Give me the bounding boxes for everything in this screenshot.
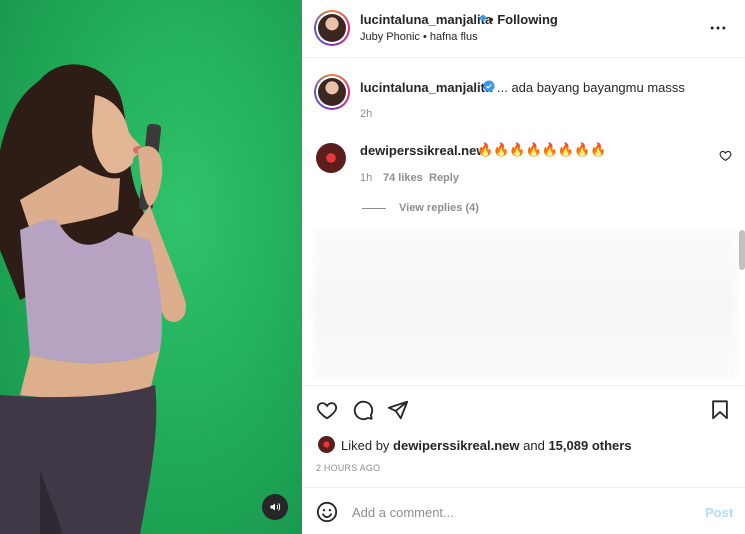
comment-timestamp[interactable]: 1h: [360, 172, 372, 184]
reply-button[interactable]: Reply: [429, 172, 459, 184]
caption-timestamp[interactable]: 2h: [360, 108, 372, 120]
audio-track-link[interactable]: Juby Phonic • hafna flus: [360, 31, 478, 43]
separator-dot: •: [489, 12, 494, 27]
more-horizontal-icon[interactable]: [708, 18, 728, 38]
comment-input[interactable]: [352, 500, 682, 524]
liked-by-prefix: Liked by: [341, 438, 390, 453]
liked-by-user[interactable]: dewiperssikreal.new: [393, 438, 519, 453]
view-replies-button[interactable]: View replies (4): [399, 202, 479, 214]
caption-text: ... ada bayang bayangmu masss: [497, 80, 685, 95]
post-details-panel: lucintaluna_manjalita • Following Juby P…: [302, 0, 745, 534]
verified-badge-icon: [480, 15, 486, 21]
post-media-video[interactable]: [0, 0, 302, 534]
commenter-avatar[interactable]: [316, 143, 346, 173]
heart-icon[interactable]: [719, 149, 732, 162]
liker-avatar[interactable]: [318, 436, 335, 453]
comment-likes-count[interactable]: 74 likes: [383, 172, 423, 184]
emoji-icon[interactable]: [316, 501, 338, 523]
liked-by-mid: and: [523, 438, 545, 453]
comment-icon[interactable]: [352, 399, 374, 421]
view-replies-divider: [362, 208, 386, 209]
loading-comments-placeholder: [312, 229, 737, 379]
comments-list[interactable]: lucintaluna_manjalita ... ada bayang bay…: [302, 59, 745, 385]
liked-by-summary[interactable]: Liked by dewiperssikreal.new and 15,089 …: [341, 438, 632, 453]
verified-badge-icon: [483, 80, 495, 92]
comment-composer: Post: [302, 487, 745, 534]
comment-text: 🔥🔥🔥🔥🔥🔥🔥🔥: [477, 142, 607, 157]
liked-by-count[interactable]: 15,089 others: [548, 438, 631, 453]
share-icon[interactable]: [387, 399, 409, 421]
post-actions: Liked by dewiperssikreal.new and 15,089 …: [302, 385, 745, 487]
author-avatar[interactable]: [314, 10, 350, 46]
heart-icon[interactable]: [316, 399, 338, 421]
caption-avatar[interactable]: [314, 74, 350, 110]
author-username[interactable]: lucintaluna_manjalita: [360, 12, 492, 27]
speaker-icon: [270, 503, 281, 511]
post-comment-button[interactable]: Post: [705, 505, 733, 520]
commenter-username[interactable]: dewiperssikreal.new: [360, 143, 486, 158]
audio-toggle-button[interactable]: [262, 494, 288, 520]
post-timestamp[interactable]: 2 HOURS AGO: [316, 463, 380, 473]
post-header: lucintaluna_manjalita • Following Juby P…: [302, 0, 745, 58]
page-scrollbar[interactable]: [739, 230, 745, 270]
following-button[interactable]: • Following: [489, 12, 558, 27]
caption-username[interactable]: lucintaluna_manjalita: [360, 80, 492, 95]
following-label: Following: [497, 12, 558, 27]
bookmark-icon[interactable]: [709, 399, 731, 421]
video-frame-image: [0, 64, 186, 534]
